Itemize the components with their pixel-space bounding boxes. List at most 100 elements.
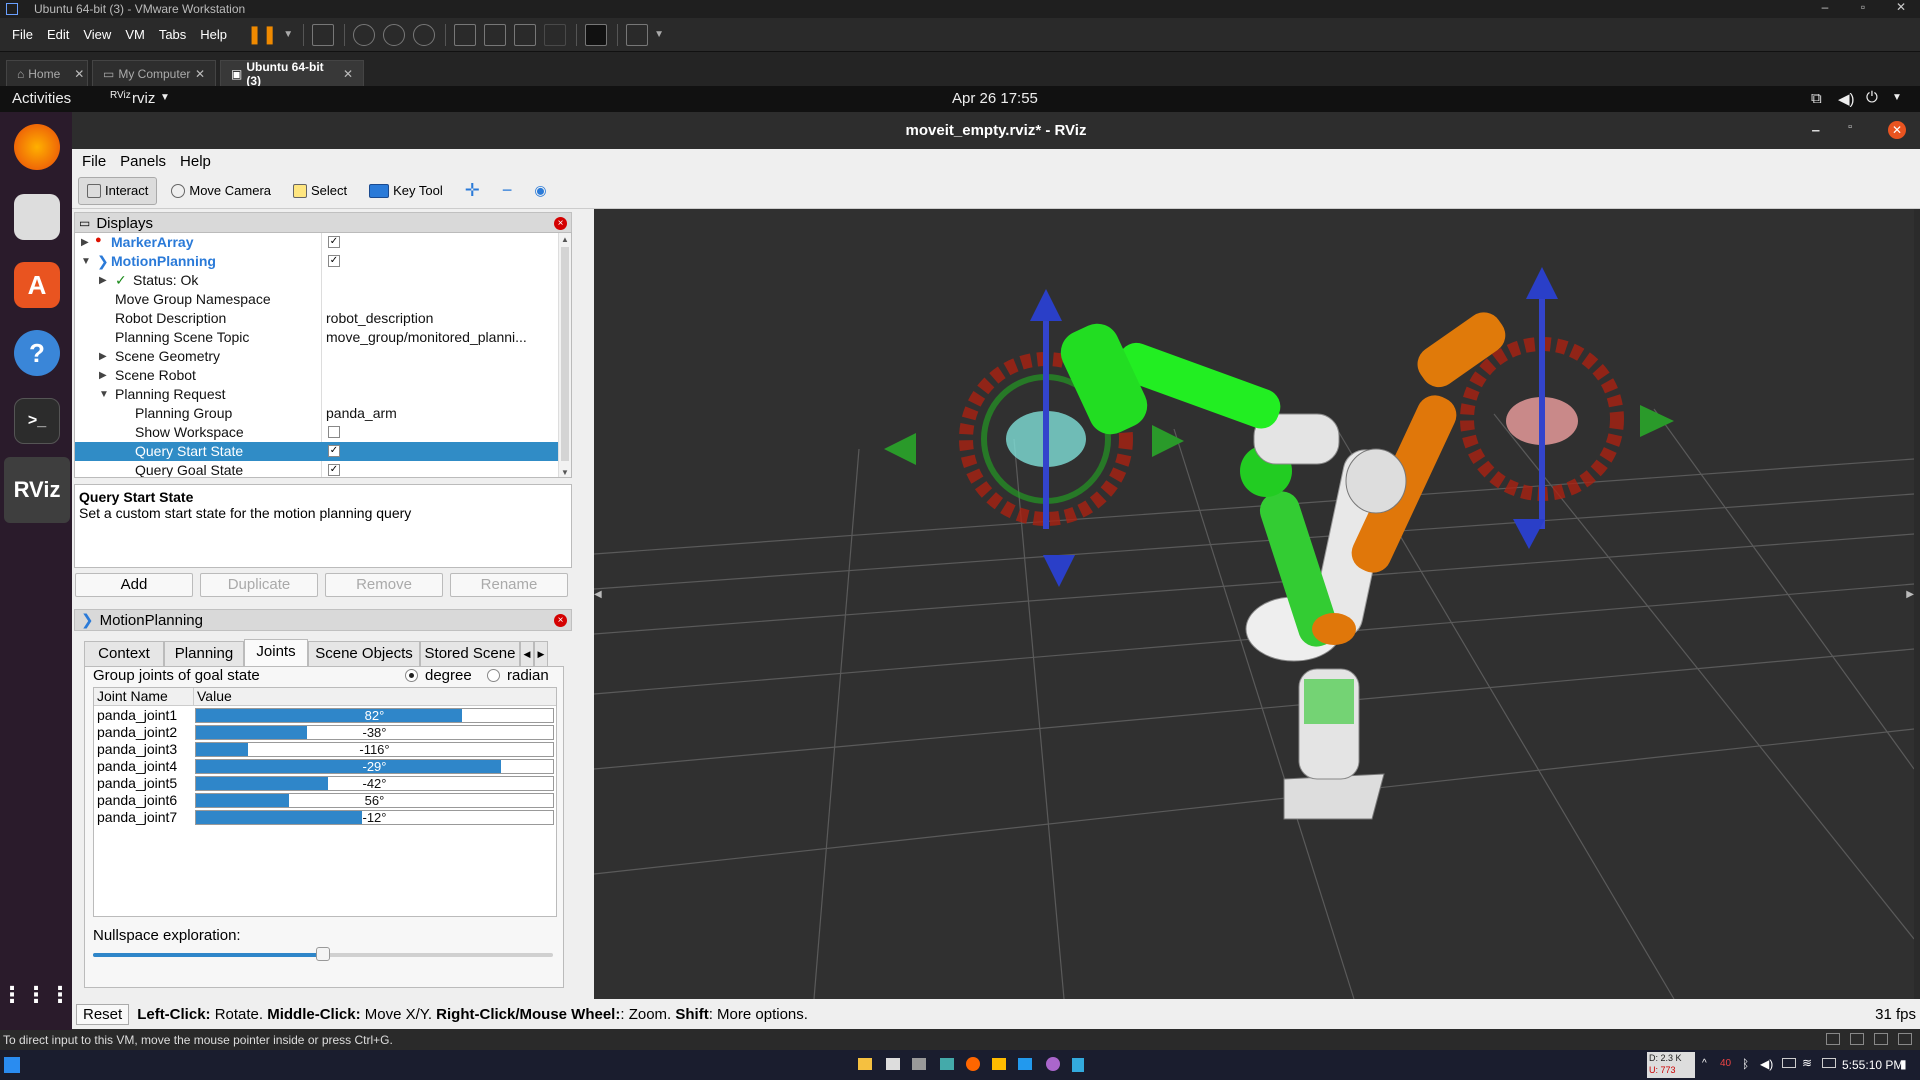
close-icon[interactable]: ✕ — [1882, 0, 1920, 14]
joint-row[interactable]: panda_joint1 82° — [94, 707, 558, 724]
collapse-right-dock-icon[interactable]: ▶ — [1906, 589, 1914, 600]
tree-row[interactable]: ▼ Planning Request — [75, 385, 559, 404]
firefox-icon[interactable] — [966, 1057, 980, 1071]
network-monitor[interactable]: D: 2.3 K U: 773 — [1647, 1052, 1695, 1078]
send-keys-icon[interactable] — [312, 23, 335, 46]
tool-interact[interactable]: Interact — [78, 176, 158, 205]
expand-icon[interactable]: ▶ — [99, 275, 107, 286]
checkbox[interactable]: ✓ — [328, 255, 340, 267]
column-header-value[interactable]: Value — [194, 688, 556, 706]
tab-planning[interactable]: Planning — [164, 641, 244, 667]
tab-scene-objects[interactable]: Scene Objects — [308, 641, 420, 667]
volume-icon[interactable]: ◀) — [1838, 90, 1855, 108]
joint-value-bar[interactable]: -29° — [195, 759, 554, 774]
minimize-icon[interactable]: – — [1806, 0, 1844, 14]
scrollbar-thumb[interactable] — [561, 247, 569, 461]
tree-row[interactable]: Planning Group panda_arm — [75, 404, 559, 423]
pause-icon[interactable]: ❚❚ — [247, 24, 277, 45]
joint-value-bar[interactable]: -12° — [195, 810, 554, 825]
add-tool-icon[interactable]: ✛ — [457, 177, 488, 205]
joint-row[interactable]: panda_joint6 56° — [94, 792, 558, 809]
revert-snapshot-icon[interactable] — [383, 23, 406, 46]
joint-row[interactable]: panda_joint7 -12° — [94, 809, 558, 826]
unity-icon[interactable] — [544, 23, 567, 46]
files-icon[interactable] — [14, 194, 60, 240]
menu-panels[interactable]: Panels — [120, 153, 166, 170]
close-icon[interactable]: × — [554, 614, 567, 627]
remove-tool-icon[interactable]: − — [494, 177, 521, 205]
chevron-down-icon[interactable]: ▼ — [1892, 92, 1902, 103]
add-button[interactable]: Add — [75, 573, 193, 597]
tab-scroll-left-icon[interactable]: ◀ — [520, 641, 534, 667]
maximize-icon[interactable]: ▫ — [1844, 0, 1882, 14]
taskbar-app-icon[interactable] — [912, 1058, 926, 1070]
checkbox[interactable]: ✓ — [328, 236, 340, 248]
tree-row[interactable]: Show Workspace — [75, 423, 559, 442]
volume-icon[interactable]: ◀) — [1760, 1057, 1773, 1071]
wifi-icon[interactable]: ≋ — [1802, 1056, 1812, 1070]
tray-count[interactable]: 40 — [1720, 1058, 1731, 1069]
tab-home[interactable]: ⌂ Home ✕ — [6, 60, 88, 86]
power-icon[interactable]: ⏻ — [1866, 89, 1878, 106]
view-icon[interactable]: ◉ — [526, 177, 554, 205]
duplicate-button[interactable]: Duplicate — [200, 573, 318, 597]
collapse-icon[interactable]: ▼ — [81, 256, 91, 267]
checkbox[interactable]: ✓ — [328, 464, 340, 476]
rviz-icon[interactable]: RViz — [14, 467, 61, 513]
degree-radio[interactable] — [405, 669, 418, 682]
snapshot-icon[interactable] — [353, 23, 376, 46]
network-icon[interactable]: ⧉ — [1811, 90, 1822, 107]
expand-icon[interactable]: ▶ — [99, 351, 107, 362]
minimize-icon[interactable]: – — [1812, 122, 1820, 139]
chevron-up-icon[interactable]: ^ — [1702, 1058, 1707, 1069]
tool-select[interactable]: Select — [285, 177, 355, 205]
joint-value-bar[interactable]: 56° — [195, 793, 554, 808]
3d-viewport[interactable]: ◀ ▶ — [594, 209, 1914, 999]
close-icon[interactable]: ✕ — [195, 67, 205, 81]
expand-icon[interactable]: ▶ — [81, 237, 89, 248]
taskbar-app-icon[interactable] — [1018, 1058, 1032, 1070]
tab-my-computer[interactable]: ▭ My Computer ✕ — [92, 60, 216, 86]
notification-icon[interactable]: ▮ — [1900, 1057, 1907, 1071]
joint-value-bar[interactable]: -42° — [195, 776, 554, 791]
tree-row[interactable]: ▶ ✓ Status: Ok — [75, 271, 559, 290]
tree-row[interactable]: Move Group Namespace — [75, 290, 559, 309]
rename-button[interactable]: Rename — [450, 573, 568, 597]
tree-row[interactable]: ▶ ● MarkerArray ✓ — [75, 233, 559, 252]
tree-row-selected[interactable]: Query Start State ✓ — [75, 442, 559, 461]
activities-button[interactable]: Activities — [12, 90, 71, 107]
apps-grid-icon[interactable]: ⋮⋮⋮ — [1, 972, 71, 1018]
battery-icon[interactable] — [1822, 1058, 1836, 1068]
tab-context[interactable]: Context — [84, 641, 164, 667]
close-icon[interactable]: × — [554, 217, 567, 230]
usb-icon[interactable] — [1874, 1033, 1888, 1045]
expand-icon[interactable]: ▶ — [99, 370, 107, 381]
app-menu[interactable]: rviz — [132, 90, 155, 107]
chevron-down-icon[interactable]: ▼ — [654, 29, 664, 40]
software-icon[interactable]: A — [14, 262, 60, 308]
collapse-left-dock-icon[interactable]: ◀ — [594, 589, 602, 600]
reset-button[interactable]: Reset — [76, 1003, 130, 1025]
help-icon[interactable]: ? — [14, 330, 60, 376]
library-icon[interactable] — [454, 23, 477, 46]
slider-thumb[interactable] — [316, 947, 330, 961]
radian-radio[interactable] — [487, 669, 500, 682]
close-icon[interactable]: ✕ — [343, 67, 353, 81]
joint-row[interactable]: panda_joint5 -42° — [94, 775, 558, 792]
tree-row[interactable]: ▶ Scene Geometry — [75, 347, 559, 366]
taskbar-clock[interactable]: 5:55:10 PM — [1842, 1058, 1903, 1072]
tab-joints[interactable]: Joints — [244, 639, 308, 667]
checkbox[interactable] — [328, 426, 340, 438]
scroll-down-icon[interactable]: ▼ — [561, 468, 569, 477]
menu-help[interactable]: Help — [200, 27, 227, 42]
menu-vm[interactable]: VM — [125, 27, 145, 42]
message-icon[interactable] — [1898, 1033, 1912, 1045]
joint-value-bar[interactable]: 82° — [195, 708, 554, 723]
menu-file[interactable]: File — [82, 153, 106, 170]
close-icon[interactable]: ✕ — [74, 67, 84, 81]
stretch-icon[interactable] — [626, 23, 649, 46]
terminal-icon[interactable]: >_ — [14, 398, 60, 444]
file-explorer-icon[interactable] — [858, 1058, 872, 1070]
taskbar-app-icon[interactable] — [1072, 1058, 1084, 1072]
joint-value-bar[interactable]: -38° — [195, 725, 554, 740]
